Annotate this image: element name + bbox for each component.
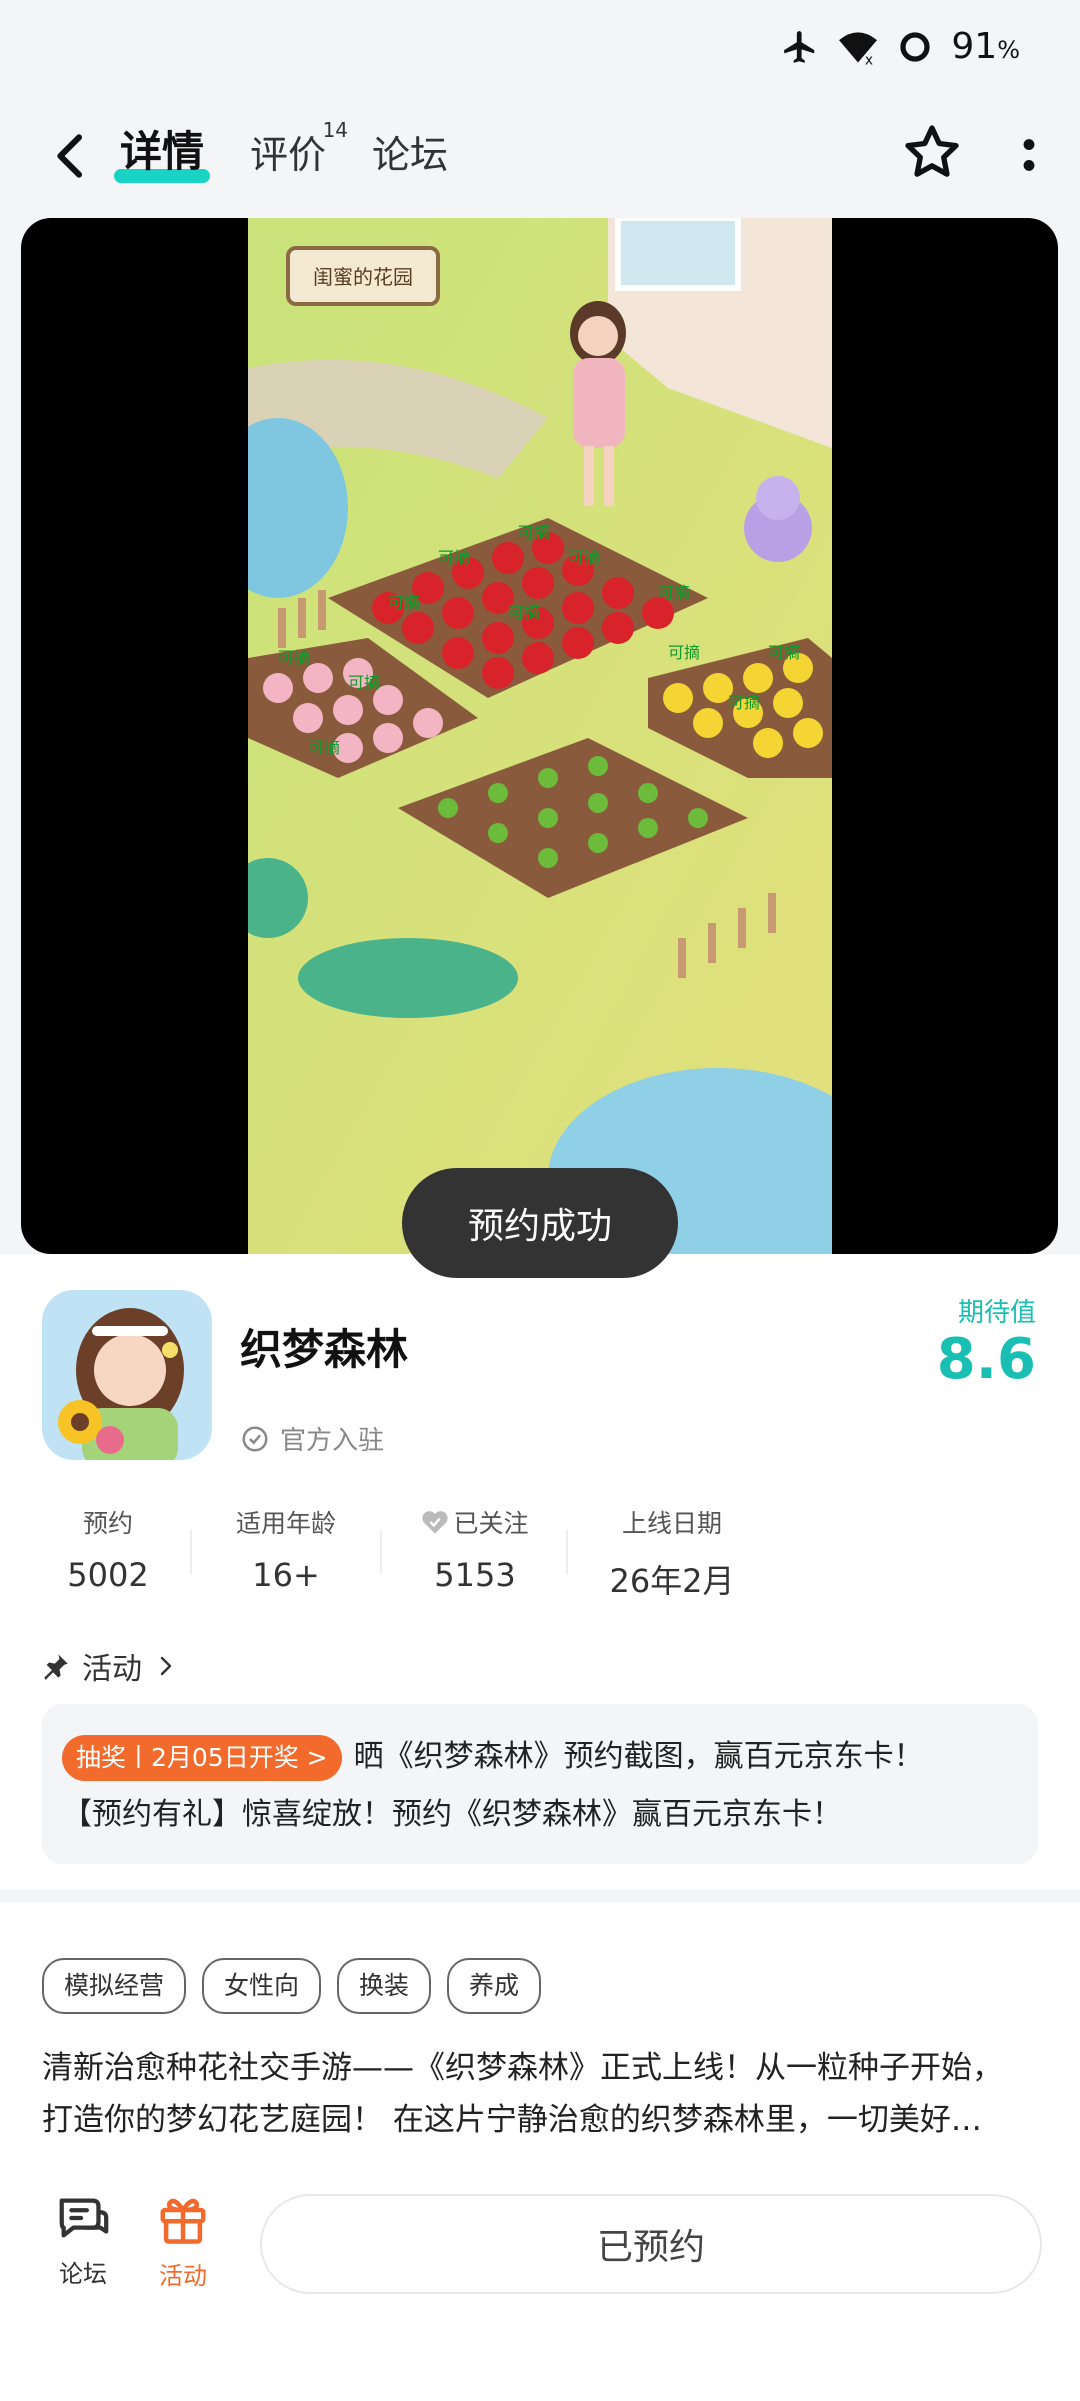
svg-text:可摘: 可摘 [438,548,470,567]
svg-text:可摘: 可摘 [388,593,420,612]
chevron-left-icon [57,134,83,178]
game-video[interactable]: 闺蜜的花园 可摘 可摘 可摘 可摘 可摘 可摘 可摘 可摘 可摘 可摘 可摘 可… [21,218,1058,1254]
svg-text:可摘: 可摘 [278,648,310,667]
favorite-button[interactable] [900,120,964,184]
pin-icon [44,1654,68,1680]
activity-button[interactable]: 活动 [138,2192,228,2291]
stat-release-date: 上线日期 26年2月 [592,1504,752,1602]
wifi-icon: x [839,31,878,66]
divider [566,1530,568,1574]
game-description[interactable]: 清新治愈种花社交手游——《织梦森林》正式上线！从一粒种子开始， 打造你的梦幻花艺… [42,2042,1038,2146]
battery-saver-icon [900,31,930,62]
top-nav: 详情 评价 14 论坛 [0,110,1080,200]
svg-text:可摘: 可摘 [348,673,380,692]
back-button[interactable] [44,128,100,184]
svg-text:可摘: 可摘 [658,583,690,602]
stat-label: 适用年龄 [235,1509,336,1538]
svg-text:可摘: 可摘 [728,693,760,712]
svg-text:可摘: 可摘 [308,738,340,757]
official-badge: 官方入驻 [240,1420,384,1457]
activity-card[interactable]: 抽奖丨2月05日开奖 > 晒《织梦森林》预约截图，赢百元京东卡！ 【预约有礼】惊喜… [42,1704,1038,1864]
battery-level: 91% [951,26,1020,67]
svg-text:可摘: 可摘 [508,603,540,622]
app-icon [42,1290,212,1460]
stat-age-rating: 适用年龄 16+ [212,1504,360,1594]
svg-text:x: x [865,52,873,66]
app-name: 织梦森林 [240,1325,409,1374]
tab-bar: 详情 评价 14 论坛 [113,118,448,189]
tab-details[interactable]: 详情 [113,118,211,189]
stat-value: 5153 [434,1556,516,1594]
game-screenshot: 闺蜜的花园 可摘 可摘 可摘 可摘 可摘 可摘 可摘 可摘 可摘 可摘 可摘 可… [248,218,832,1254]
tag-item[interactable]: 养成 [447,1958,542,2014]
stat-label: 已关注 [400,1504,550,1540]
reserved-button[interactable]: 已预约 [260,2194,1042,2294]
tab-forum[interactable]: 论坛 [372,124,448,189]
forum-button[interactable]: 论坛 [38,2192,128,2289]
divider [380,1530,382,1574]
activity-text-1: 晒《织梦森林》预约截图，赢百元京东卡！ [353,1739,924,1774]
chat-icon [59,2198,109,2238]
status-bar: x 91% [0,0,1080,96]
svg-text:可摘: 可摘 [668,643,700,662]
check-circle-icon [242,1426,268,1451]
stat-reservations: 预约 5002 [48,1504,168,1594]
chevron-right-icon [160,1656,172,1676]
activity-line-2[interactable]: 【预约有礼】惊喜绽放！预约《织梦森林》赢百元京东卡！ [62,1786,1018,1844]
tag-item[interactable]: 模拟经营 [42,1958,187,2014]
activity-header[interactable]: 活动 [42,1644,178,1688]
description-line: 清新治愈种花社交手游——《织梦森林》正式上线！从一粒种子开始， [42,2050,1003,2086]
activity-label: 活动 [159,2262,207,2290]
stat-value: 16+ [252,1556,320,1594]
lottery-badge: 抽奖丨2月05日开奖 > [62,1734,342,1781]
svg-text:可摘: 可摘 [768,643,800,662]
divider [190,1530,192,1574]
tab-reviews[interactable]: 评价 14 [250,118,348,189]
reviews-count-badge: 14 [322,118,349,142]
svg-text:可摘: 可摘 [568,548,600,567]
heart-icon [422,1511,449,1534]
airplane-icon [784,30,815,63]
stats-row: 预约 5002 适用年龄 16+ 已关注 5153 上线日期 26年2月 [0,1504,1080,1604]
expectation-value: 8.6 [936,1327,1036,1392]
svg-text:可摘: 可摘 [518,523,550,542]
tag-list: 模拟经营 女性向 换装 养成 [42,1958,542,2014]
stat-value: 26年2月 [609,1562,735,1600]
more-button[interactable] [1014,130,1044,180]
stat-value: 5002 [67,1556,149,1594]
app-info-section: 织梦森林 官方入驻 期待值 8.6 预约 5002 适用年龄 16+ 已关注 5… [0,1254,1080,1890]
app-icon-art [42,1290,212,1460]
tag-item[interactable]: 换装 [337,1958,432,2014]
followed-label: 已关注 [453,1509,529,1538]
bottom-action-bar: 论坛 活动 已预约 [0,2152,1080,2401]
official-label: 官方入驻 [280,1426,385,1456]
expectation-label: 期待值 [957,1298,1036,1328]
gift-icon [160,2198,206,2244]
stat-label: 预约 [82,1509,133,1538]
activity-title: 活动 [82,1652,142,1687]
description-line: 打造你的梦幻花艺庭园！ 在这片宁静治愈的织梦森林里，一切美好… [42,2102,982,2138]
stat-followers[interactable]: 已关注 5153 [400,1504,550,1594]
forum-label: 论坛 [59,2260,107,2288]
activity-line-1[interactable]: 抽奖丨2月05日开奖 > 晒《织梦森林》预约截图，赢百元京东卡！ [62,1728,1018,1786]
expectation-score: 期待值 8.6 [937,1292,1036,1391]
stat-label: 上线日期 [621,1509,722,1538]
tag-item[interactable]: 女性向 [202,1958,322,2014]
toast-message: 预约成功 [402,1168,678,1278]
description-section: 模拟经营 女性向 换装 养成 清新治愈种花社交手游——《织梦森林》正式上线！从一… [0,1902,1080,2152]
status-icons: x 91% [781,26,1020,67]
more-vertical-icon [1023,139,1035,171]
svg-text:闺蜜的花园: 闺蜜的花园 [313,265,413,289]
star-icon [905,125,959,177]
